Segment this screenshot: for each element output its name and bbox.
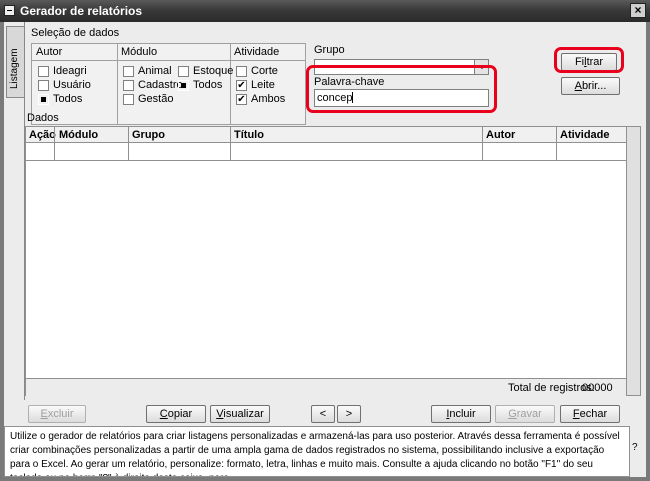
modulo-header: Módulo bbox=[121, 46, 158, 58]
col-modulo[interactable]: Módulo bbox=[59, 129, 98, 141]
title-bar[interactable]: Gerador de relatórios × bbox=[0, 0, 650, 22]
col-acao[interactable]: Ação bbox=[29, 129, 56, 141]
modulo-estoque-label: Estoque bbox=[193, 65, 234, 77]
abrir-button[interactable]: Abrir... bbox=[561, 77, 620, 95]
dados-title: Dados bbox=[27, 112, 59, 124]
copiar-button[interactable]: Copiar bbox=[146, 405, 206, 423]
autor-usuario-label: Usuário bbox=[53, 79, 91, 91]
modulo-cadastro-label: Cadastro bbox=[138, 79, 183, 91]
atividade-ambos-label: Ambos bbox=[251, 93, 286, 105]
autor-todos-label: Todos bbox=[53, 93, 83, 105]
atividade-leite-checkbox[interactable]: ✔ bbox=[236, 80, 247, 91]
modulo-todos-label: Todos bbox=[193, 79, 223, 91]
visualizar-button[interactable]: Visualizar bbox=[210, 405, 270, 423]
vertical-scrollbar[interactable] bbox=[627, 126, 641, 396]
grid-header: Ação Módulo Grupo Título Autor Atividade bbox=[26, 127, 626, 143]
grupo-label: Grupo bbox=[314, 44, 345, 56]
atividade-ambos-checkbox[interactable]: ✔ bbox=[236, 94, 247, 105]
action-bar: Excluir Copiar Visualizar < > Incluir Gr… bbox=[4, 400, 646, 424]
modulo-gestao-label: Gestão bbox=[138, 93, 174, 105]
atividade-corte-label: Corte bbox=[251, 65, 278, 77]
filter-box: Autor Módulo Atividade Ideagri Usuário T… bbox=[31, 43, 306, 125]
modulo-todos-checkbox[interactable] bbox=[178, 80, 189, 91]
modulo-estoque-checkbox[interactable] bbox=[178, 66, 189, 77]
client-area: Listagem Seleção de dados Autor Módulo A… bbox=[4, 22, 646, 477]
autor-usuario-checkbox[interactable] bbox=[38, 80, 49, 91]
modulo-cadastro-checkbox[interactable] bbox=[123, 80, 134, 91]
col-autor[interactable]: Autor bbox=[486, 129, 515, 141]
main-panel: Seleção de dados Autor Módulo Atividade … bbox=[24, 22, 642, 422]
incluir-button[interactable]: Incluir bbox=[431, 405, 491, 423]
atividade-corte-checkbox[interactable] bbox=[236, 66, 247, 77]
atividade-leite-label: Leite bbox=[251, 79, 275, 91]
grid-footer: Total de registros: 00000 bbox=[26, 378, 626, 396]
col-titulo[interactable]: Título bbox=[234, 129, 264, 141]
col-grupo[interactable]: Grupo bbox=[132, 129, 165, 141]
previous-button[interactable]: < bbox=[311, 405, 335, 423]
atividade-header: Atividade bbox=[234, 46, 280, 58]
col-atividade[interactable]: Atividade bbox=[560, 129, 610, 141]
keyword-highlight bbox=[306, 65, 497, 113]
help-text-box: Utilize o gerador de relatórios para cri… bbox=[4, 426, 630, 477]
excluir-button[interactable]: Excluir bbox=[28, 405, 86, 423]
fechar-button[interactable]: Fechar bbox=[560, 405, 620, 423]
tab-listagem[interactable]: Listagem bbox=[6, 26, 24, 98]
modulo-gestao-checkbox[interactable] bbox=[123, 94, 134, 105]
section-title: Seleção de dados bbox=[31, 27, 120, 39]
modulo-animal-label: Animal bbox=[138, 65, 172, 77]
table-row[interactable] bbox=[26, 160, 626, 161]
report-generator-window: Gerador de relatórios × Listagem Seleção… bbox=[0, 0, 650, 481]
data-grid[interactable]: Ação Módulo Grupo Título Autor Atividade… bbox=[25, 126, 627, 396]
autor-todos-checkbox[interactable] bbox=[38, 94, 49, 105]
autor-header: Autor bbox=[36, 46, 63, 58]
window-title: Gerador de relatórios bbox=[20, 4, 143, 18]
autor-ideagri-label: Ideagri bbox=[53, 65, 87, 77]
system-menu-icon[interactable] bbox=[4, 5, 15, 16]
filtrar-highlight bbox=[554, 47, 624, 73]
help-question-button[interactable]: ? bbox=[632, 442, 638, 453]
total-value: 00000 bbox=[582, 382, 613, 394]
close-button[interactable]: × bbox=[630, 3, 646, 18]
tab-listagem-label: Listagem bbox=[9, 48, 20, 89]
next-button[interactable]: > bbox=[337, 405, 361, 423]
gravar-button[interactable]: Gravar bbox=[495, 405, 555, 423]
modulo-animal-checkbox[interactable] bbox=[123, 66, 134, 77]
autor-ideagri-checkbox[interactable] bbox=[38, 66, 49, 77]
